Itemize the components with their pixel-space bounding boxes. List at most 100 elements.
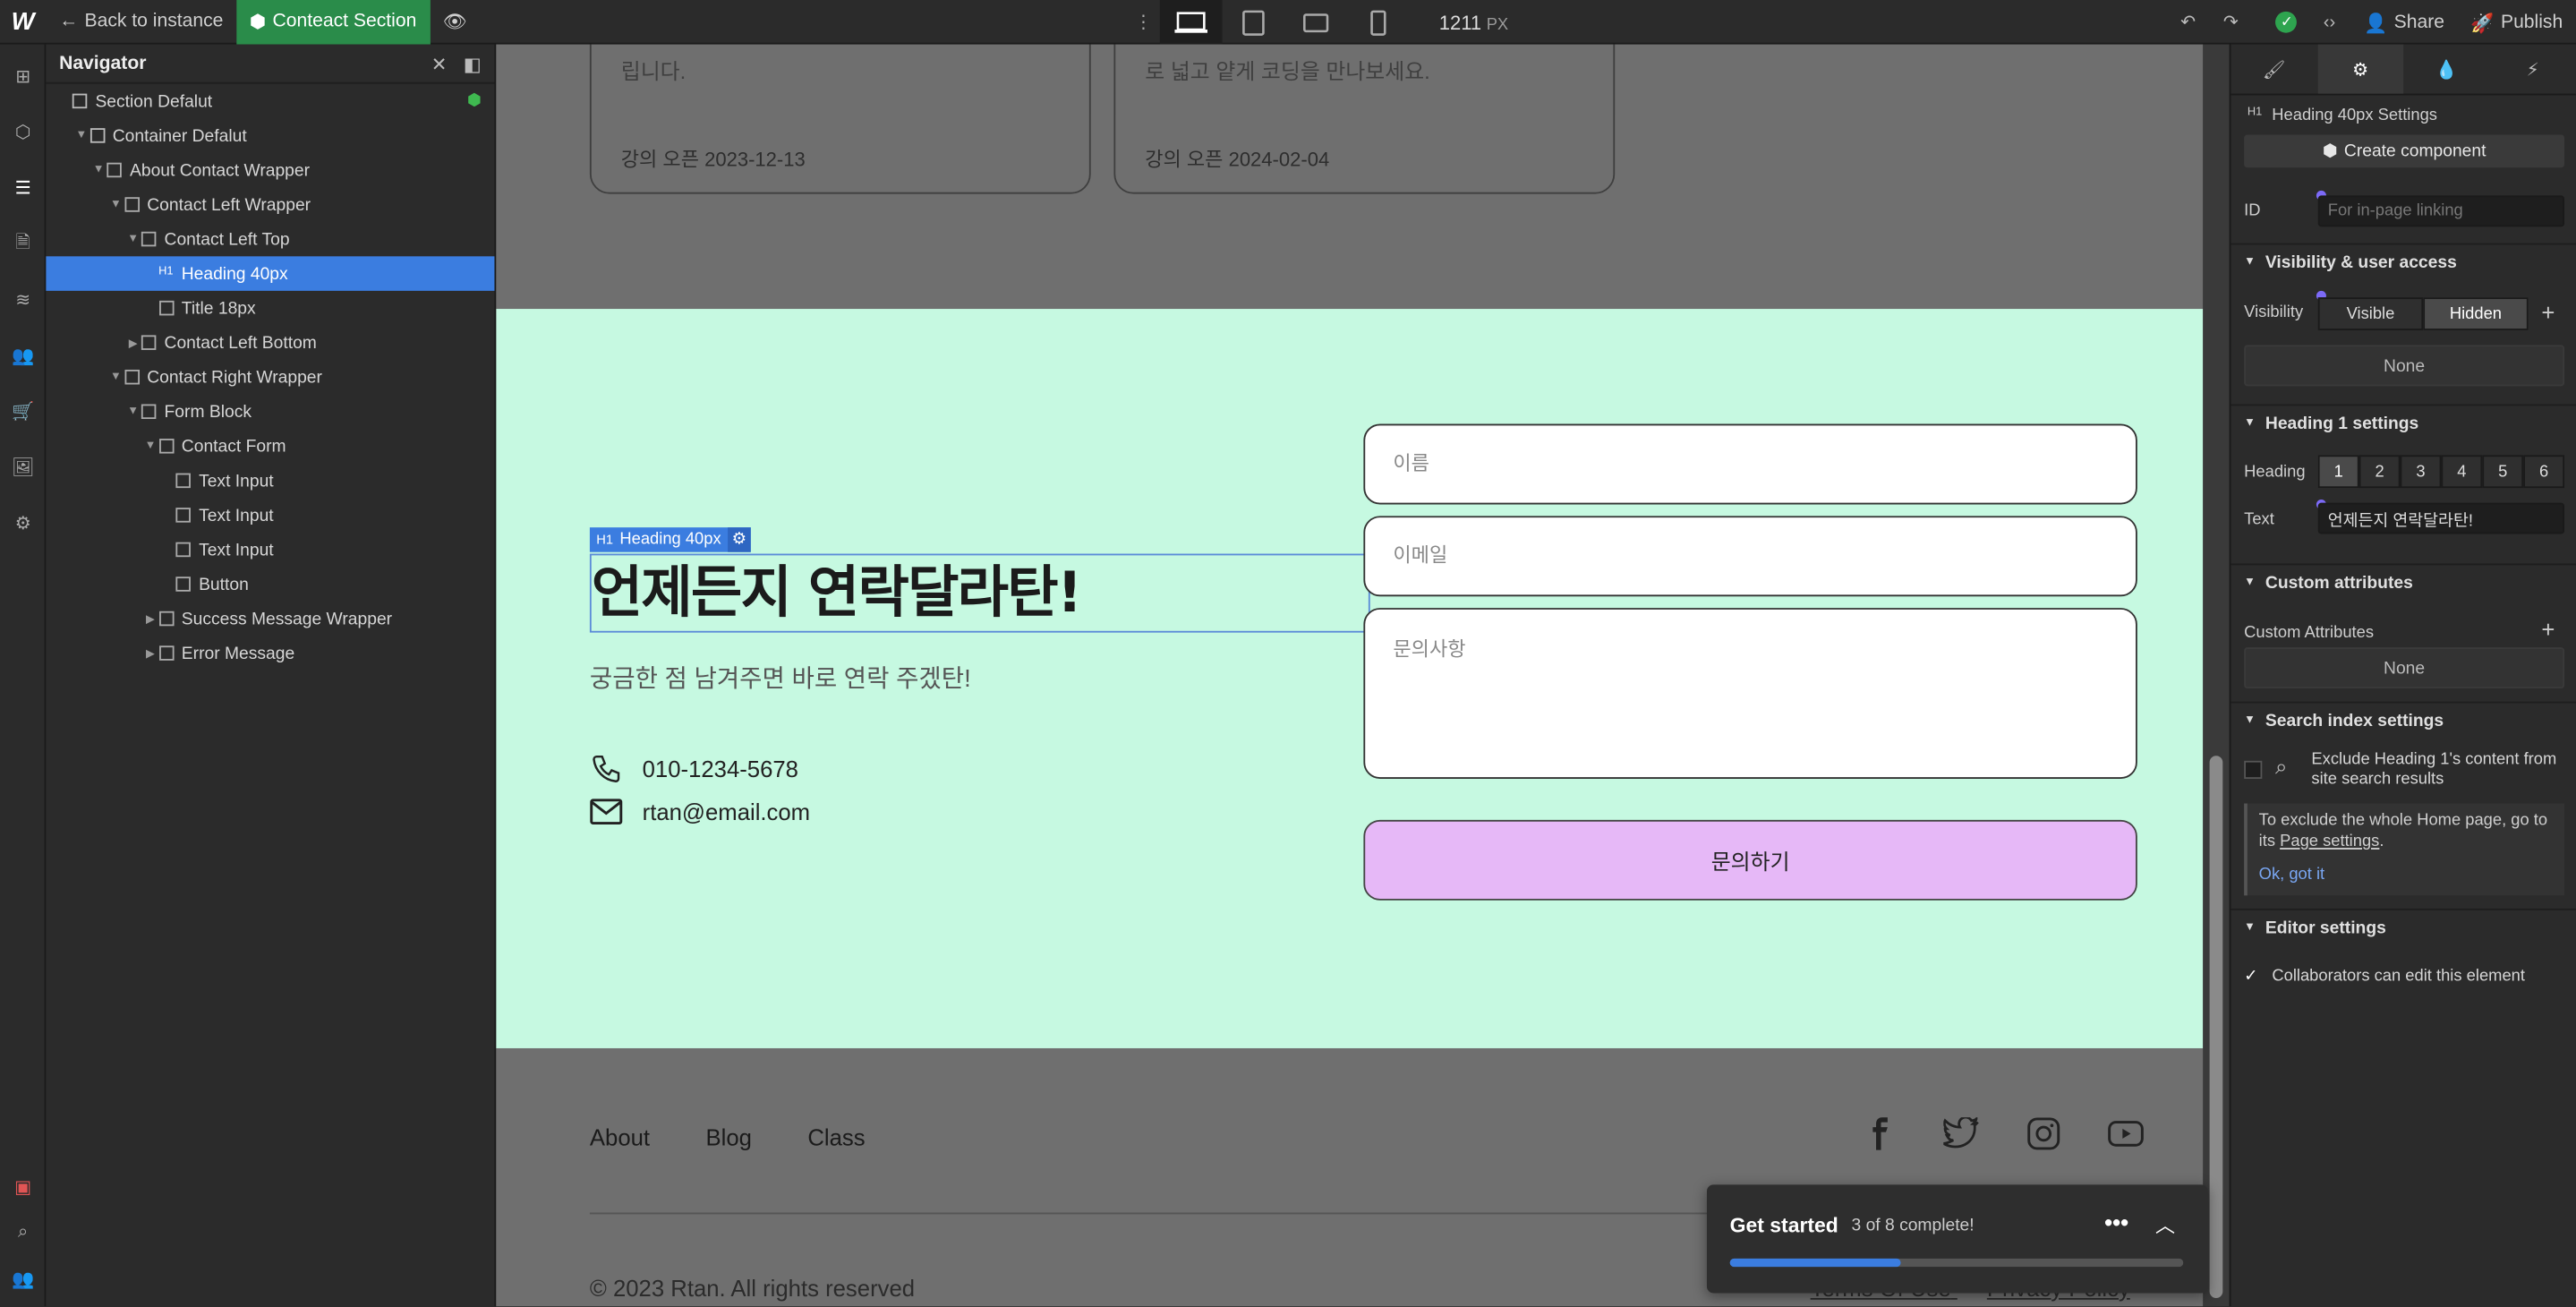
navigator-item[interactable]: ▼ Form Block [46, 394, 494, 429]
navigator-item[interactable]: ▼ Container Defalut [46, 118, 494, 153]
gear-icon[interactable]: ⚙ [727, 527, 751, 552]
assets-icon[interactable]: 🖼 [0, 439, 46, 494]
visibility-section-header[interactable]: ▼ Visibility & user access [2231, 243, 2576, 279]
components-icon[interactable]: ⬡ [0, 104, 46, 159]
caret-down-icon[interactable]: ▼ [90, 165, 107, 176]
heading-level-1[interactable]: 1 [2317, 455, 2359, 489]
preview-button[interactable]: 👁 [430, 0, 480, 44]
add-icon[interactable]: + [2541, 616, 2555, 642]
heading-level-2[interactable]: 2 [2358, 455, 2401, 489]
navigator-item[interactable]: ▼ Contact Left Top [46, 222, 494, 257]
navigator-item[interactable]: Section Defalut ⬢ [46, 84, 494, 119]
caret-down-icon[interactable]: ▼ [73, 130, 90, 141]
navigator-item[interactable]: ▶ Contact Left Bottom [46, 325, 494, 360]
ok-got-it-link[interactable]: Ok, got it [2259, 864, 2554, 885]
mobile-portrait-icon[interactable] [1347, 0, 1410, 45]
cms-icon[interactable]: ≋ [0, 271, 46, 327]
custom-attributes-header[interactable]: ▼ Custom attributes [2231, 563, 2576, 600]
caret-right-icon[interactable]: ▶ [124, 336, 141, 349]
heading-level-4[interactable]: 4 [2441, 455, 2483, 489]
heading-section-header[interactable]: ▼ Heading 1 settings [2231, 404, 2576, 440]
footer-link-class[interactable]: Class [807, 1123, 865, 1149]
hidden-option[interactable]: Hidden [2423, 297, 2529, 330]
dock-panel-icon[interactable]: ◧ [464, 52, 482, 74]
caret-down-icon[interactable]: ▼ [142, 440, 158, 452]
caret-down-icon[interactable]: ▼ [124, 406, 141, 417]
editor-settings-header[interactable]: ▼ Editor settings [2231, 908, 2576, 944]
heading-level-3[interactable]: 3 [2400, 455, 2442, 489]
youtube-icon[interactable] [2108, 1117, 2144, 1150]
design-canvas[interactable]: 립니다. 강의 오픈 2023-12-13 로 넓고 얕게 코딩을 만나보세요.… [496, 44, 2204, 1307]
status-check-icon[interactable]: ✓ [2265, 0, 2308, 45]
heading-level-6[interactable]: 6 [2523, 455, 2565, 489]
contact-section[interactable]: H1 Heading 40px ⚙ 언제든지 연락달라탄! 궁금한 점 남겨주면… [496, 309, 2204, 1048]
share-button[interactable]: 👤 Share [2350, 0, 2457, 45]
redo-icon[interactable]: ↷ [2209, 0, 2252, 45]
mobile-landscape-icon[interactable] [1284, 0, 1347, 45]
back-to-instance-button[interactable]: ← Back to instance [46, 0, 236, 44]
navigator-item[interactable]: ▼ Contact Left Wrapper [46, 187, 494, 222]
navigator-item[interactable]: ▼ Contact Form [46, 429, 494, 464]
message-textarea[interactable]: 문의사항 [1363, 608, 2137, 779]
create-component-button[interactable]: ⬢ Create component [2244, 134, 2565, 168]
more-options-icon[interactable]: ••• [2104, 1209, 2128, 1235]
collaborators-checkbox[interactable]: ✓ [2244, 968, 2262, 986]
submit-button[interactable]: 문의하기 [1363, 819, 2137, 901]
navigator-item[interactable]: Button [46, 567, 494, 602]
scrollbar-thumb[interactable] [2209, 756, 2223, 1298]
caret-down-icon[interactable]: ▼ [107, 372, 124, 383]
navigator-item[interactable]: ▼ About Contact Wrapper [46, 153, 494, 188]
webflow-logo[interactable]: W [0, 0, 46, 44]
style-manager-drops-icon[interactable]: 💧 [2403, 45, 2489, 94]
page-settings-link[interactable]: Page settings [2280, 833, 2379, 851]
canvas-width-readout[interactable]: 1211 PX [1439, 11, 1508, 34]
twitter-icon[interactable] [1943, 1117, 1979, 1150]
canvas-scrollbar[interactable] [2203, 44, 2230, 1307]
contact-heading[interactable]: 언제든지 연락달라탄! [589, 553, 1370, 633]
interactions-bolt-icon[interactable]: ⚡ [2490, 45, 2576, 94]
close-icon[interactable]: ✕ [431, 52, 448, 74]
settings-tab-gear-icon[interactable]: ⚙ [2316, 44, 2404, 94]
get-started-widget[interactable]: Get started 3 of 8 complete! ••• ︿ [1706, 1184, 2208, 1294]
navigator-item[interactable]: ▶ Success Message Wrapper [46, 602, 494, 636]
name-input[interactable]: 이름 [1363, 423, 2137, 505]
footer-link-blog[interactable]: Blog [705, 1123, 751, 1149]
visible-option[interactable]: Visible [2317, 297, 2424, 330]
instagram-icon[interactable] [2027, 1117, 2060, 1150]
navigator-item[interactable]: Text Input [46, 498, 494, 533]
id-input[interactable]: For in-page linking [2317, 195, 2565, 227]
add-icon[interactable]: + [2541, 299, 2555, 325]
add-element-icon[interactable]: ⊞ [0, 47, 46, 103]
code-icon[interactable]: ‹› [2308, 0, 2351, 45]
navigator-item[interactable]: Text Input [46, 464, 494, 499]
collaborators-icon[interactable]: 👥 [0, 1251, 46, 1306]
component-badge[interactable]: ⬢ Conteact Section [236, 0, 431, 44]
heading-text-input[interactable]: 언제든지 연락달라탄! [2317, 502, 2565, 534]
tablet-breakpoint-icon[interactable] [1223, 0, 1285, 45]
desktop-breakpoint-icon[interactable] [1159, 0, 1223, 45]
heading-level-5[interactable]: 5 [2482, 455, 2524, 489]
pages-icon[interactable]: 🗎 [0, 215, 46, 270]
caret-down-icon[interactable]: ▼ [124, 234, 141, 245]
navigator-item[interactable]: Text Input [46, 533, 494, 568]
navigator-icon[interactable]: ☰ [0, 159, 46, 215]
more-options-icon[interactable]: ⋮ [1127, 0, 1160, 45]
search-index-header[interactable]: ▼ Search index settings [2231, 701, 2576, 738]
caret-right-icon[interactable]: ▶ [142, 612, 158, 626]
navigator-item[interactable]: ▼ Contact Right Wrapper [46, 360, 494, 395]
caret-down-icon[interactable]: ▼ [107, 199, 124, 210]
undo-icon[interactable]: ↶ [2167, 0, 2210, 45]
publish-button[interactable]: 🚀 Publish [2458, 0, 2576, 45]
caret-right-icon[interactable]: ▶ [142, 646, 158, 660]
navigator-item[interactable]: Title 18px [46, 291, 494, 326]
selected-element-tag[interactable]: H1 Heading 40px ⚙ [589, 527, 751, 552]
navigator-item[interactable]: H1 Heading 40px [46, 256, 495, 291]
email-input[interactable]: 이메일 [1363, 516, 2137, 597]
navigator-item[interactable]: ▶ Error Message [46, 636, 494, 671]
settings-icon[interactable]: ⚙ [0, 494, 46, 550]
facebook-icon[interactable] [1863, 1117, 1896, 1150]
users-icon[interactable]: 👥 [0, 327, 46, 382]
ecommerce-icon[interactable]: 🛒 [0, 383, 46, 439]
exclude-checkbox[interactable] [2244, 760, 2263, 779]
contact-subtitle[interactable]: 궁금한 점 남겨주면 바로 연락 주겠탄! [590, 661, 971, 696]
